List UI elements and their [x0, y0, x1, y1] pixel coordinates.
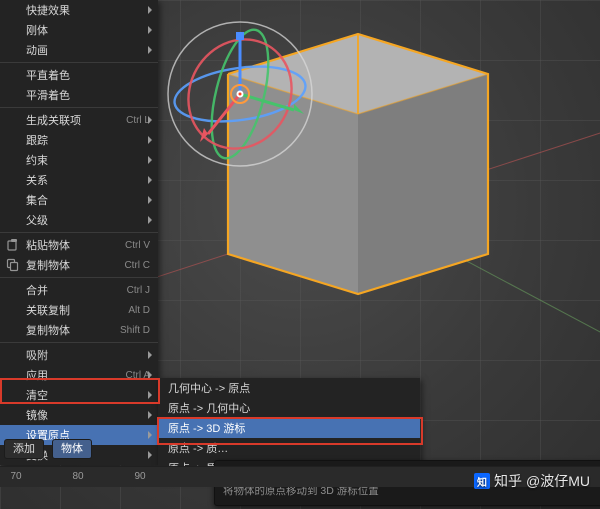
label: 平直着色: [26, 67, 70, 83]
shortcut: Ctrl V: [125, 240, 150, 251]
add-menu[interactable]: 添加: [4, 439, 44, 459]
label: 复制物体: [26, 257, 70, 273]
menu-clear[interactable]: 清空: [0, 385, 158, 405]
label: 原点 -> 质…: [168, 440, 228, 456]
paste-icon: [6, 238, 20, 252]
zhihu-icon: 知: [474, 473, 490, 489]
label: 跟踪: [26, 132, 48, 148]
menu-duplicate-linked[interactable]: 关联复制 Alt D: [0, 300, 158, 320]
label: 关联复制: [26, 302, 70, 318]
ruler-label: 80: [72, 471, 83, 482]
ruler-label: 70: [10, 471, 21, 482]
menu-make-links[interactable]: 生成关联项 Ctrl L: [0, 110, 158, 130]
label: 合并: [26, 282, 48, 298]
menu-duplicate[interactable]: 复制物体 Shift D: [0, 320, 158, 340]
label: 平滑着色: [26, 87, 70, 103]
menu-rigid-body[interactable]: 刚体: [0, 20, 158, 40]
watermark-author: @波仔MU: [526, 471, 590, 491]
menu-constraints[interactable]: 约束: [0, 150, 158, 170]
menu-shade-flat[interactable]: 平直着色: [0, 65, 158, 85]
label: 集合: [26, 192, 48, 208]
submenu-origin-to-cursor[interactable]: 原点 -> 3D 游标: [158, 418, 420, 438]
object-context-menu: 快捷效果 刚体 动画 平直着色 平滑着色 生成关联项 Ctrl L 跟踪 约束 关…: [0, 0, 158, 465]
label: 原点 -> 3D 游标: [168, 420, 245, 436]
menu-relations[interactable]: 关系: [0, 170, 158, 190]
label: 刚体: [26, 22, 48, 38]
label: 原点 -> 几何中心: [168, 400, 250, 416]
separator: [0, 342, 158, 343]
submenu-geom-to-origin[interactable]: 几何中心 -> 原点: [158, 378, 420, 398]
label: 约束: [26, 152, 48, 168]
menu-join[interactable]: 合并 Ctrl J: [0, 280, 158, 300]
shortcut: Ctrl A: [126, 370, 150, 381]
ruler-label: 90: [134, 471, 145, 482]
label: 几何中心 -> 原点: [168, 380, 250, 396]
menu-copy[interactable]: 复制物体 Ctrl C: [0, 255, 158, 275]
shortcut: Ctrl L: [126, 115, 150, 126]
label: 物体: [61, 443, 83, 455]
shortcut: Alt D: [128, 305, 150, 316]
menu-apply[interactable]: 应用 Ctrl A: [0, 365, 158, 385]
label: 动画: [26, 42, 48, 58]
separator: [0, 277, 158, 278]
menu-track[interactable]: 跟踪: [0, 130, 158, 150]
menu-snap[interactable]: 吸附: [0, 345, 158, 365]
header-toolbar: 添加 物体: [0, 438, 92, 460]
menu-paste[interactable]: 粘贴物体 Ctrl V: [0, 235, 158, 255]
label: 应用: [26, 367, 48, 383]
label: 吸附: [26, 347, 48, 363]
separator: [0, 232, 158, 233]
separator: [0, 107, 158, 108]
shortcut: Shift D: [120, 325, 150, 336]
menu-quick-effects[interactable]: 快捷效果: [0, 0, 158, 20]
label: 清空: [26, 387, 48, 403]
menu-mirror[interactable]: 镜像: [0, 405, 158, 425]
label: 快捷效果: [26, 2, 70, 18]
menu-shade-smooth[interactable]: 平滑着色: [0, 85, 158, 105]
label: 粘贴物体: [26, 237, 70, 253]
label: 关系: [26, 172, 48, 188]
object-menu[interactable]: 物体: [52, 439, 92, 459]
menu-parent[interactable]: 父级: [0, 210, 158, 230]
shortcut: Ctrl J: [127, 285, 150, 296]
rotation-gizmo[interactable]: [160, 14, 320, 174]
submenu-origin-to-geom[interactable]: 原点 -> 几何中心: [158, 398, 420, 418]
watermark-site: 知乎: [494, 471, 522, 491]
menu-collection[interactable]: 集合: [0, 190, 158, 210]
copy-icon: [6, 258, 20, 272]
submenu-origin-to-mass-surface[interactable]: 原点 -> 质…: [158, 438, 420, 458]
label: 镜像: [26, 407, 48, 423]
label: 复制物体: [26, 322, 70, 338]
menu-animation[interactable]: 动画: [0, 40, 158, 60]
watermark: 知 知乎 @波仔MU: [474, 471, 590, 491]
label: 父级: [26, 212, 48, 228]
label: 生成关联项: [26, 112, 81, 128]
separator: [0, 62, 158, 63]
shortcut: Ctrl C: [124, 260, 150, 271]
label: 添加: [13, 443, 35, 455]
